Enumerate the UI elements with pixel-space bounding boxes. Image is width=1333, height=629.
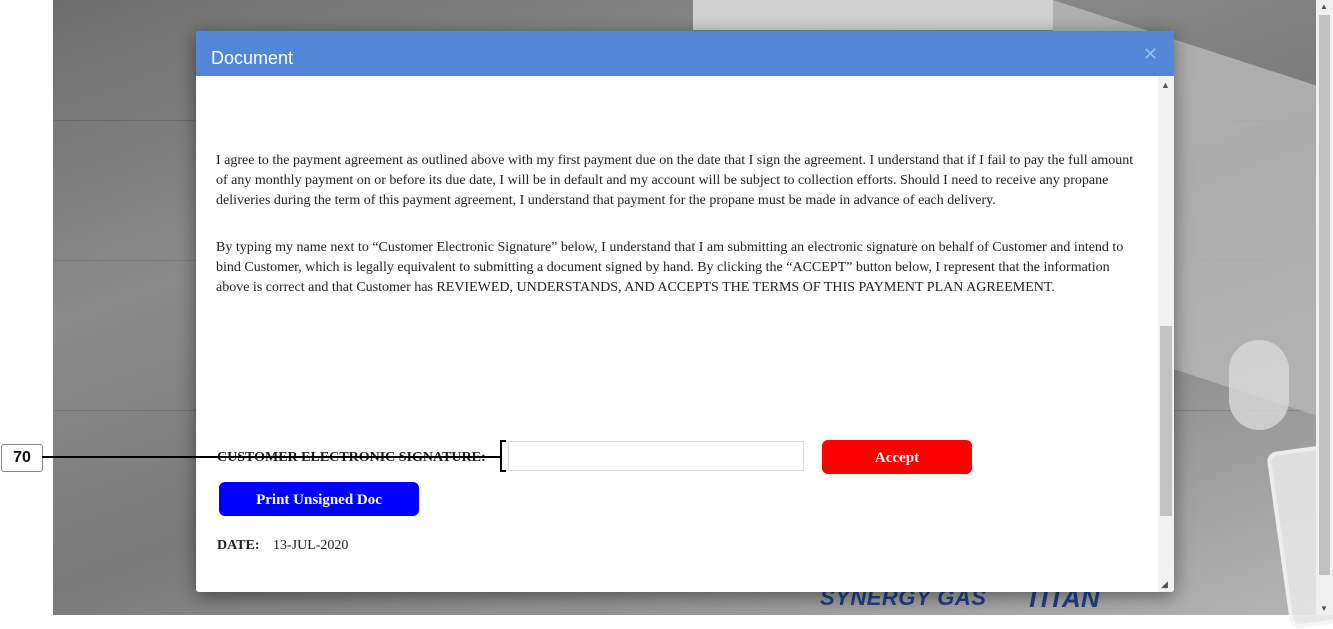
close-icon[interactable]: ✕: [1143, 44, 1158, 65]
scroll-down-icon[interactable]: ▼: [1320, 604, 1328, 613]
resize-grip-icon[interactable]: ◢: [1161, 579, 1168, 590]
signature-label: CUSTOMER ELECTRONIC SIGNATURE:: [217, 450, 486, 466]
dialog-header: Document ✕: [196, 31, 1174, 76]
dialog-title: Document: [211, 48, 294, 68]
annotation-callout-label: 70: [1, 444, 43, 472]
document-dialog: Document ✕ I agree to the payment agreem…: [196, 31, 1174, 592]
signature-input[interactable]: [508, 441, 804, 471]
dialog-scroll-up-icon[interactable]: ▲: [1161, 80, 1170, 90]
print-unsigned-doc-button[interactable]: Print Unsigned Doc: [219, 482, 419, 516]
background-cup: [1229, 340, 1289, 430]
scroll-up-icon[interactable]: ▲: [1320, 2, 1328, 11]
page-scrollbar-thumb[interactable]: [1319, 15, 1330, 575]
agreement-paragraph: I agree to the payment agreement as outl…: [216, 153, 1134, 208]
dialog-scrollbar[interactable]: ▲ ◢: [1158, 76, 1174, 592]
background-paper: [693, 0, 1053, 30]
annotation-bracket: [500, 440, 506, 472]
signature-terms-paragraph: By typing my name next to “Customer Elec…: [216, 240, 1124, 295]
accept-button[interactable]: Accept: [822, 440, 972, 474]
dialog-body: I agree to the payment agreement as outl…: [196, 76, 1158, 592]
date-label: DATE:: [217, 538, 260, 553]
dialog-scrollbar-thumb[interactable]: [1160, 326, 1172, 516]
annotation-leader-line: [42, 456, 500, 458]
page-scrollbar[interactable]: ▲ ▼: [1316, 0, 1333, 615]
date-value: 13-JUL-2020: [273, 538, 349, 553]
